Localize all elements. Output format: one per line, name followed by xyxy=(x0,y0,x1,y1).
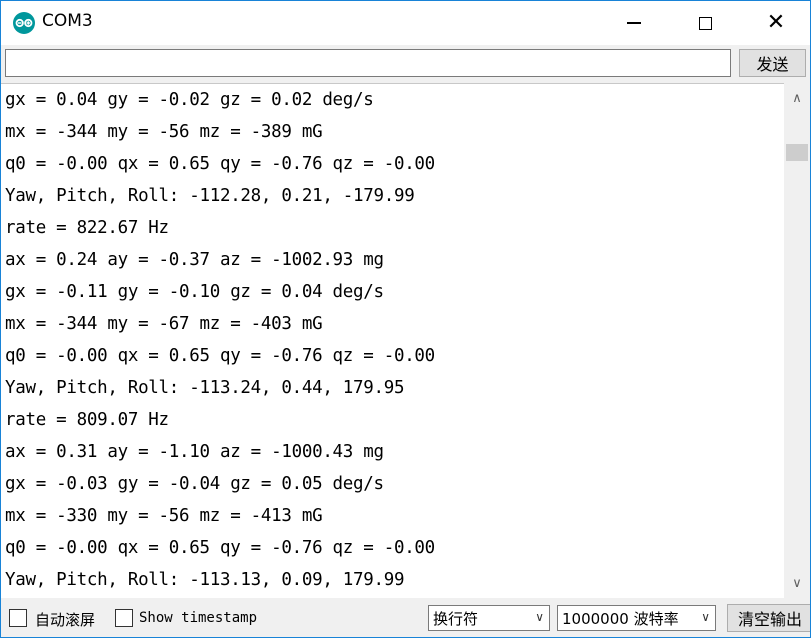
close-icon: ✕ xyxy=(766,10,786,35)
output-line: gx = -0.03 gy = -0.04 gz = 0.05 deg/s xyxy=(5,474,384,494)
line-ending-value: 换行符 xyxy=(433,609,479,628)
vertical-scrollbar[interactable]: ∧ ∨ xyxy=(784,83,810,598)
bottom-bar: 自动滚屏 Show timestamp 换行符 ∨ 1000000 波特率 ∨ … xyxy=(1,598,810,637)
output-line: rate = 809.07 Hz xyxy=(5,410,169,430)
output-line: ax = 0.24 ay = -0.37 az = -1002.93 mg xyxy=(5,250,384,270)
scroll-thumb[interactable] xyxy=(786,144,808,161)
arduino-logo-icon xyxy=(13,12,35,34)
serial-monitor-window: COM3 ✕ 发送 gx = 0.04 gy = -0.02 gz = 0.02… xyxy=(0,0,811,638)
minimize-icon xyxy=(627,22,641,24)
window-title: COM3 xyxy=(42,11,93,31)
timestamp-label: Show timestamp xyxy=(139,610,258,626)
output-line: q0 = -0.00 qx = 0.65 qy = -0.76 qz = -0.… xyxy=(5,154,435,174)
output-line: gx = -0.11 gy = -0.10 gz = 0.04 deg/s xyxy=(5,282,384,302)
autoscroll-checkbox[interactable] xyxy=(9,609,27,627)
send-bar: 发送 xyxy=(1,45,810,83)
maximize-icon xyxy=(698,16,712,30)
line-ending-select[interactable]: 换行符 ∨ xyxy=(428,605,550,631)
chevron-down-icon: ∨ xyxy=(701,610,710,624)
output-line: gx = 0.04 gy = -0.02 gz = 0.02 deg/s xyxy=(5,90,374,110)
chevron-up-icon[interactable]: ∧ xyxy=(784,87,810,109)
output-line: mx = -330 my = -56 mz = -413 mG xyxy=(5,506,323,526)
timestamp-checkbox[interactable] xyxy=(115,609,133,627)
title-bar[interactable]: COM3 ✕ xyxy=(1,1,810,45)
output-line: ax = 0.31 ay = -1.10 az = -1000.43 mg xyxy=(5,442,384,462)
send-input[interactable] xyxy=(5,49,731,77)
output-line: Yaw, Pitch, Roll: -112.28, 0.21, -179.99 xyxy=(5,186,415,206)
close-button[interactable]: ✕ xyxy=(753,1,799,45)
send-button[interactable]: 发送 xyxy=(739,49,806,77)
output-line: q0 = -0.00 qx = 0.65 qy = -0.76 qz = -0.… xyxy=(5,346,435,366)
chevron-down-icon: ∨ xyxy=(535,610,544,624)
clear-output-button[interactable]: 清空输出 xyxy=(727,604,810,632)
output-line: Yaw, Pitch, Roll: -113.13, 0.09, 179.99 xyxy=(5,570,405,590)
chevron-down-icon[interactable]: ∨ xyxy=(784,572,810,594)
output-line: Yaw, Pitch, Roll: -113.24, 0.44, 179.95 xyxy=(5,378,405,398)
serial-output[interactable]: gx = 0.04 gy = -0.02 gz = 0.02 deg/s mx =… xyxy=(1,83,784,598)
output-line: mx = -344 my = -67 mz = -403 mG xyxy=(5,314,323,334)
output-line: mx = -344 my = -56 mz = -389 mG xyxy=(5,122,323,142)
minimize-button[interactable] xyxy=(611,1,657,45)
maximize-button[interactable] xyxy=(682,1,728,45)
baud-rate-value: 1000000 波特率 xyxy=(562,609,679,628)
autoscroll-label: 自动滚屏 xyxy=(35,611,96,629)
output-line: q0 = -0.00 qx = 0.65 qy = -0.76 qz = -0.… xyxy=(5,538,435,558)
baud-rate-select[interactable]: 1000000 波特率 ∨ xyxy=(557,605,716,631)
output-line: rate = 822.67 Hz xyxy=(5,218,169,238)
